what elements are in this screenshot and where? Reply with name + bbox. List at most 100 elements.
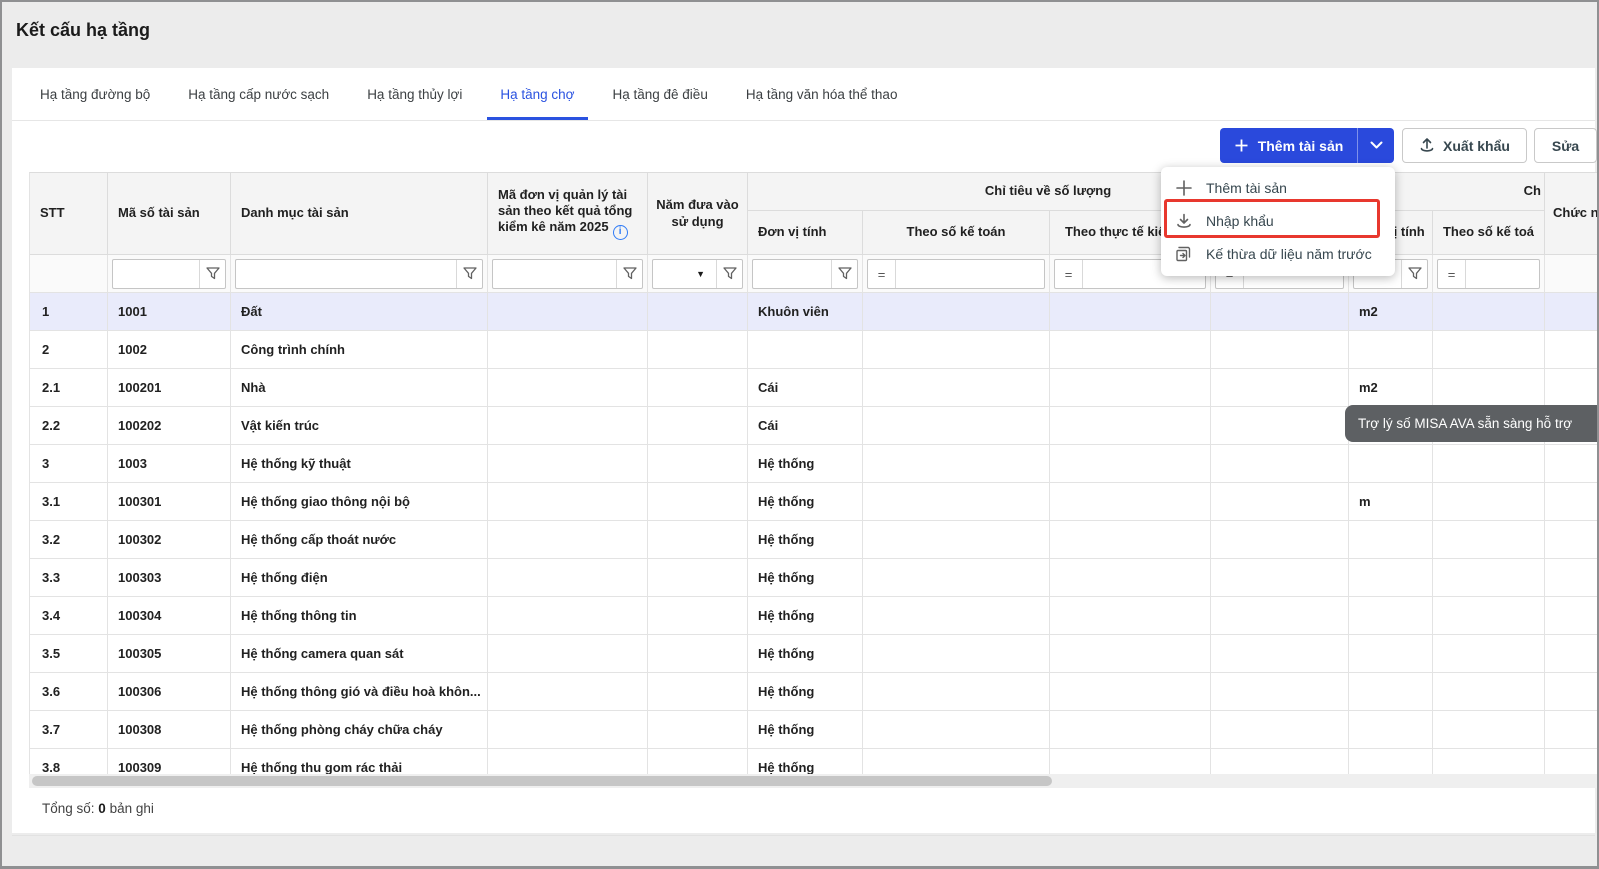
funnel-icon — [621, 265, 639, 283]
filter-unit_code[interactable] — [492, 259, 643, 289]
equals-operator[interactable]: = — [1438, 260, 1466, 288]
cell-unit2 — [1349, 521, 1433, 559]
cell-qty_acct — [863, 369, 1050, 407]
menu-item-3[interactable]: Kế thừa dữ liệu năm trước — [1161, 237, 1395, 270]
cell-year — [648, 483, 748, 521]
filter-code[interactable] — [112, 259, 226, 289]
tab-1[interactable]: Hạ tầng đường bộ — [27, 68, 163, 120]
cell-unit1: Hệ thống — [748, 445, 863, 483]
filter-cell-val_acct: = — [1433, 255, 1545, 293]
edit-button[interactable]: Sửa — [1534, 128, 1597, 163]
filter-input-year[interactable]: ▼ — [653, 260, 716, 288]
filter-funnel-button[interactable] — [716, 260, 742, 288]
cell-qty_inv — [1050, 673, 1211, 711]
cell-stt: 3 — [30, 445, 108, 483]
cell-stt: 3.3 — [30, 559, 108, 597]
equals-operator[interactable]: = — [868, 260, 896, 288]
cell-actions — [1545, 293, 1599, 331]
tab-4[interactable]: Hạ tầng chợ — [487, 68, 587, 120]
cell-hidden — [1211, 445, 1349, 483]
tab-5[interactable]: Hạ tầng đê điều — [600, 68, 721, 120]
cell-val_acct — [1433, 521, 1545, 559]
menu-item-2[interactable]: Nhập khẩu — [1161, 204, 1395, 237]
equals-operator[interactable]: = — [1055, 260, 1083, 288]
filter-funnel-button[interactable] — [616, 260, 642, 288]
cell-unit2 — [1349, 597, 1433, 635]
cell-year — [648, 331, 748, 369]
cell-stt: 3.1 — [30, 483, 108, 521]
cell-val_acct — [1433, 445, 1545, 483]
filter-cell-name — [231, 255, 488, 293]
filter-input-unit_code[interactable] — [493, 260, 616, 288]
cell-val_acct — [1433, 635, 1545, 673]
cell-unit_code — [488, 711, 648, 749]
header-cell-actions: Chức n — [1545, 173, 1599, 255]
cell-qty_acct — [863, 711, 1050, 749]
add-asset-button[interactable]: Thêm tài sản — [1220, 128, 1357, 163]
cell-actions — [1545, 635, 1599, 673]
menu-item-label: Kế thừa dữ liệu năm trước — [1206, 246, 1372, 262]
cell-qty_inv — [1050, 635, 1211, 673]
cell-qty_acct — [863, 635, 1050, 673]
cell-name: Hệ thống giao thông nội bộ — [231, 483, 488, 521]
cell-unit2 — [1349, 331, 1433, 369]
select-caret-icon[interactable]: ▼ — [696, 269, 705, 279]
filter-funnel-button[interactable] — [199, 260, 225, 288]
cell-hidden — [1211, 369, 1349, 407]
tab-3[interactable]: Hạ tầng thủy lợi — [354, 68, 475, 120]
cell-name: Hệ thống phòng cháy chữa cháy — [231, 711, 488, 749]
cell-qty_acct — [863, 483, 1050, 521]
download-icon — [1175, 212, 1193, 230]
cell-stt: 3.2 — [30, 521, 108, 559]
cell-hidden — [1211, 483, 1349, 521]
cell-qty_acct — [863, 407, 1050, 445]
footer-divider — [12, 835, 1595, 836]
filter-year[interactable]: ▼ — [652, 259, 743, 289]
cell-name: Hệ thống cấp thoát nước — [231, 521, 488, 559]
cell-unit1: Khuôn viên — [748, 293, 863, 331]
filter-name[interactable] — [235, 259, 483, 289]
cell-actions — [1545, 369, 1599, 407]
cell-actions — [1545, 559, 1599, 597]
cell-unit1: Hệ thống — [748, 711, 863, 749]
filter-input-unit1[interactable] — [753, 260, 831, 288]
filter-cell-year: ▼ — [648, 255, 748, 293]
tab-6[interactable]: Hạ tầng văn hóa thể thao — [733, 68, 911, 120]
cell-stt: 2 — [30, 331, 108, 369]
cell-unit_code — [488, 483, 648, 521]
filter-input-code[interactable] — [113, 260, 199, 288]
cell-code: 1003 — [108, 445, 231, 483]
header-cell-unit_code: Mã đơn vị quản lý tài sản theo kết quả t… — [488, 173, 648, 255]
cell-year — [648, 559, 748, 597]
filter-funnel-button[interactable] — [831, 260, 857, 288]
filter-input-qty_acct[interactable] — [896, 260, 1044, 288]
filter-input-name[interactable] — [236, 260, 456, 288]
cell-qty_inv — [1050, 521, 1211, 559]
cell-unit1 — [748, 331, 863, 369]
cell-actions — [1545, 483, 1599, 521]
cell-code: 100308 — [108, 711, 231, 749]
filter-input-val_acct[interactable] — [1466, 260, 1539, 288]
export-button[interactable]: Xuất khẩu — [1402, 128, 1527, 163]
filter-val_acct[interactable]: = — [1437, 259, 1540, 289]
cell-year — [648, 521, 748, 559]
menu-item-1[interactable]: Thêm tài sản — [1161, 171, 1395, 204]
cell-qty_acct — [863, 445, 1050, 483]
cell-unit_code — [488, 559, 648, 597]
cell-qty_inv — [1050, 597, 1211, 635]
info-icon[interactable]: i — [613, 225, 628, 240]
filter-cell-unit1 — [748, 255, 863, 293]
scrollbar-thumb[interactable] — [32, 776, 1052, 786]
filter-funnel-button[interactable] — [1401, 260, 1427, 288]
cell-code: 100306 — [108, 673, 231, 711]
add-asset-dropdown-toggle[interactable] — [1357, 128, 1394, 163]
cell-hidden — [1211, 293, 1349, 331]
header-cell-stt: STT — [30, 173, 108, 255]
tab-2[interactable]: Hạ tầng cấp nước sạch — [175, 68, 342, 120]
cell-qty_acct — [863, 331, 1050, 369]
filter-qty_acct[interactable]: = — [867, 259, 1045, 289]
cell-name: Hệ thống thông tin — [231, 597, 488, 635]
filter-unit1[interactable] — [752, 259, 858, 289]
horizontal-scrollbar[interactable] — [29, 774, 1599, 788]
filter-funnel-button[interactable] — [456, 260, 482, 288]
